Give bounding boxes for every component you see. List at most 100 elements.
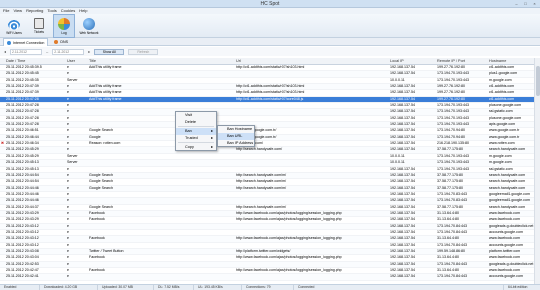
- next-arrow-icon[interactable]: ▸: [88, 49, 90, 54]
- col-title[interactable]: Title: [89, 59, 96, 63]
- row-date: 25.11.2012 20:43:12: [6, 242, 39, 247]
- status-edition: 64-bit edition: [508, 285, 528, 289]
- row-remote-ip: 173.194.70.193:443: [437, 160, 469, 165]
- table-header: Date / Time User Title Url Local IP Remo…: [0, 58, 534, 65]
- row-hostname: ssl.gstatic.com: [489, 109, 513, 114]
- refresh-button[interactable]: Refresh: [128, 48, 159, 55]
- table-row[interactable]: 25.11.2012 20:42:41 e 192.168.137.54 173.19…: [0, 274, 534, 281]
- row-date: 25.11.2012 20:44:46: [6, 185, 39, 190]
- status-bar: Enabled Downloaded: 4.20 GB Uploaded: 30…: [0, 284, 540, 290]
- row-local-ip: 10.0.0.11: [390, 153, 405, 158]
- row-local-ip: 192.168.137.54: [390, 229, 415, 234]
- row-title: Twitter / Tweet Button: [89, 248, 124, 253]
- log-icon: [58, 17, 70, 30]
- submenu-ban-hostname[interactable]: Ban Hostname: [218, 126, 254, 133]
- row-user: e: [67, 261, 69, 266]
- show-all-button[interactable]: Show All: [94, 48, 125, 55]
- tab-dns[interactable]: DNS: [50, 38, 72, 46]
- row-remote-ip: 199.59.148.86:80: [437, 248, 465, 253]
- row-remote-ip: 173.194.70.193:443: [437, 122, 469, 127]
- row-local-ip: 192.168.137.54: [390, 242, 415, 247]
- row-local-ip: 192.168.137.54: [390, 141, 415, 146]
- col-remote-ip[interactable]: Remote IP / Port: [437, 59, 465, 63]
- log-button[interactable]: Log: [53, 14, 75, 38]
- row-user: e: [67, 141, 69, 146]
- row-url: http://www.facebook.com/ajax/photos/logg…: [236, 236, 342, 241]
- row-remote-ip: 173.194.70.193:443: [437, 115, 469, 120]
- row-local-ip: 192.168.137.54: [390, 268, 415, 272]
- row-date: 25.11.2012 20:45:45: [6, 71, 39, 76]
- date-to-field[interactable]: 2.11.2012: [52, 48, 85, 55]
- submenu-ban-url[interactable]: Ban URL: [218, 133, 254, 140]
- date-from-field[interactable]: 2.11.2012: [10, 48, 43, 55]
- row-local-ip: 192.168.137.54: [390, 90, 415, 95]
- status-downloaded: Downloaded: 4.20 GB: [40, 285, 98, 290]
- row-date: 25.11.2012 20:43:29: [6, 210, 39, 215]
- wifi-users-button[interactable]: WiFi Users: [3, 14, 25, 38]
- row-user: e: [67, 128, 69, 133]
- row-date: 25.11.2012 20:47:28: [6, 96, 39, 101]
- row-date: 25.11.2012 20:42:41: [6, 274, 39, 279]
- row-date: 25.11.2012 20:43:29: [6, 217, 39, 222]
- row-local-ip: 192.168.137.54: [390, 71, 415, 76]
- close-button[interactable]: ×: [531, 1, 538, 6]
- col-user[interactable]: User: [67, 59, 75, 63]
- row-date: 25.11.2012 20:47:28: [6, 122, 39, 127]
- row-remote-ip: 173.194.70.193:443: [437, 77, 469, 82]
- minimize-button[interactable]: –: [513, 1, 520, 6]
- maximize-button[interactable]: □: [522, 1, 529, 6]
- row-user: e: [67, 229, 69, 234]
- row-hostname: www.facebook.com: [489, 268, 520, 272]
- row-hostname: m.google.com: [489, 160, 512, 165]
- prev-arrow-icon[interactable]: ◂: [4, 49, 6, 54]
- context-item-delete[interactable]: Delete: [176, 119, 216, 126]
- row-local-ip: 192.168.137.54: [390, 204, 415, 209]
- col-url[interactable]: Url: [236, 59, 241, 63]
- vertical-scrollbar[interactable]: [534, 58, 540, 284]
- row-local-ip: 192.168.137.54: [390, 103, 415, 108]
- row-date: 25.11.2012 20:47:39: [6, 90, 39, 95]
- row-url: http://search.handycafe.com/m/: [236, 204, 287, 209]
- web-network-button[interactable]: Web Network: [78, 14, 100, 38]
- row-url: http://rotten.com/: [236, 141, 388, 146]
- col-hostname[interactable]: Hostname: [489, 59, 506, 63]
- row-remote-ip: 173.194.70.94:80: [437, 134, 465, 139]
- row-user: Server: [67, 153, 78, 158]
- row-hostname: apis.google.com: [489, 122, 516, 127]
- row-hostname: search.handycafe.com: [489, 172, 526, 177]
- row-date: 25.11.2012 20:43:12: [6, 236, 39, 241]
- globe-icon: [7, 40, 11, 45]
- row-hostname: search.handycafe.com: [489, 185, 526, 190]
- col-date[interactable]: Date / Time: [6, 59, 25, 63]
- menu-separator: [178, 142, 214, 143]
- submenu-arrow-icon: ▸: [211, 145, 213, 149]
- row-local-ip: 192.168.137.54: [390, 65, 415, 69]
- row-date: 25.11.2012 20:43:04: [6, 255, 39, 260]
- wifi-icon: [8, 17, 20, 30]
- row-title: Facebook: [89, 217, 105, 222]
- row-remote-ip: 31.13.64.4:80: [437, 210, 459, 215]
- row-user: e: [67, 65, 69, 69]
- scrollbar-thumb[interactable]: [536, 66, 540, 96]
- row-user: Server: [67, 160, 78, 165]
- row-user: e: [67, 179, 69, 184]
- context-item-trusted[interactable]: Trusted ▸: [176, 135, 216, 142]
- row-hostname: search.handycafe.com: [489, 147, 526, 152]
- row-url: http://www.google.com.tr/: [236, 134, 277, 139]
- tickets-button[interactable]: Tickets: [28, 14, 50, 38]
- row-user: e: [67, 84, 69, 89]
- row-hostname: search.handycafe.com: [489, 204, 526, 209]
- row-local-ip: 192.168.137.54: [390, 248, 415, 253]
- submenu-ban-ip[interactable]: Ban IP Address: [218, 140, 254, 147]
- row-remote-ip: 173.194.70.84:443: [437, 223, 467, 228]
- row-date: 25.11.2012 20:42:47: [6, 268, 39, 272]
- tab-internet-connection[interactable]: Internet Connection: [3, 38, 49, 46]
- context-item-copy[interactable]: Copy ▸: [176, 144, 216, 151]
- row-date: 25.11.2012 20:43:08: [6, 248, 39, 253]
- row-local-ip: 192.168.137.54: [390, 198, 415, 203]
- row-local-ip: 192.168.137.54: [390, 236, 415, 241]
- row-hostname: accounts.google.com: [489, 242, 523, 247]
- row-remote-ip: 31.13.64.4:80: [437, 236, 459, 241]
- col-local-ip[interactable]: Local IP: [390, 59, 404, 63]
- row-remote-ip: 216.218.190.135:80: [437, 141, 469, 146]
